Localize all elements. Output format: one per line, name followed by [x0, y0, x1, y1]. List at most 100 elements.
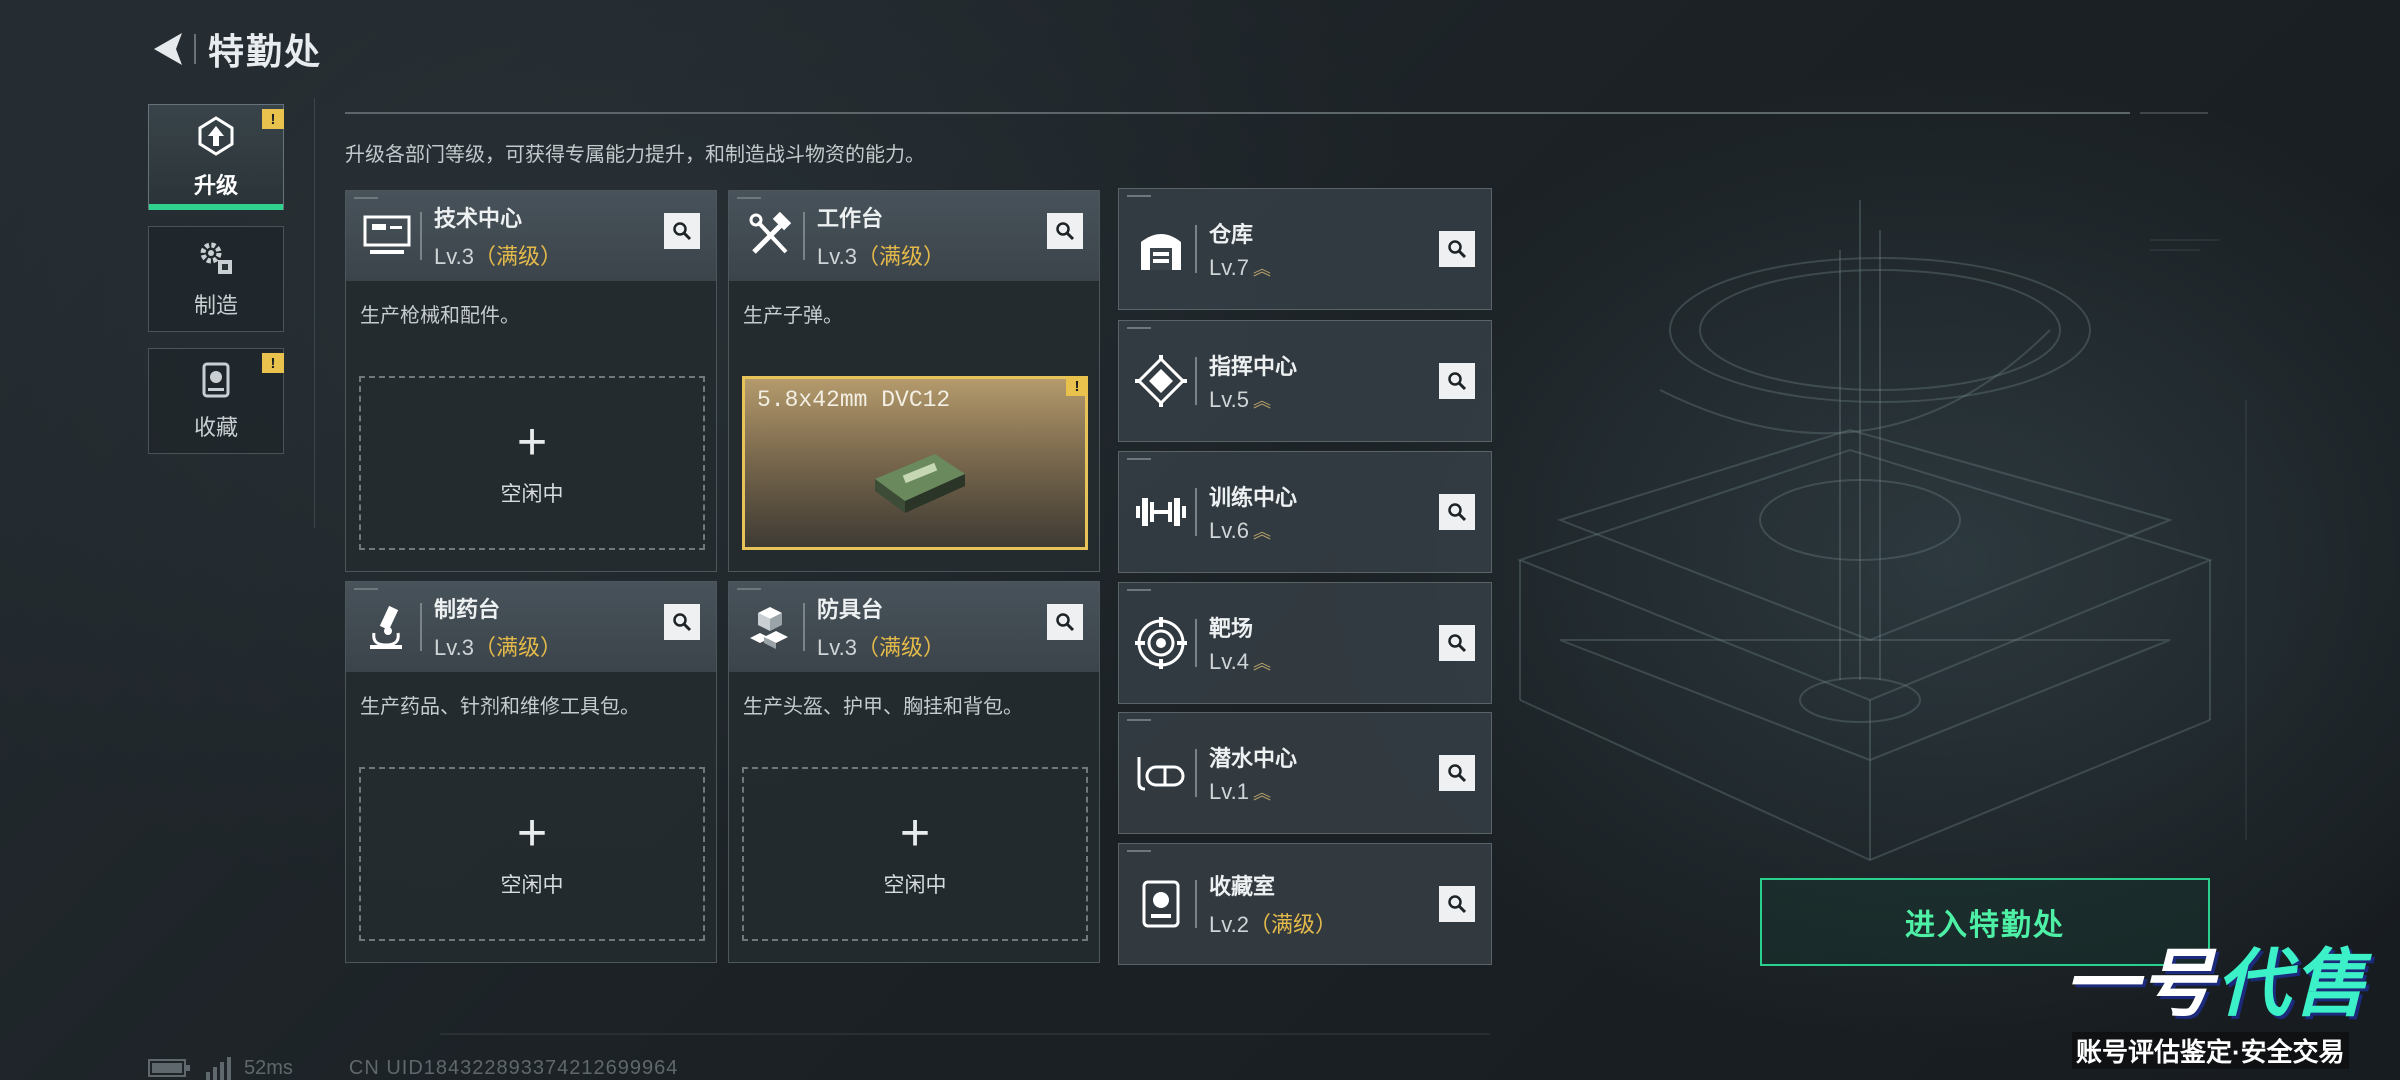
department-card-training-center[interactable]: 训练中心 Lv.6 ︽: [1118, 451, 1492, 573]
command-icon: [1133, 353, 1189, 409]
slot-status: 空闲中: [883, 874, 947, 897]
search-icon: [1448, 503, 1467, 522]
inspect-button[interactable]: [1439, 231, 1475, 267]
search-icon: [1448, 240, 1467, 259]
watermark-title-a: 一号: [2064, 942, 2216, 1025]
alert-badge: !: [262, 353, 284, 373]
production-slot-empty[interactable]: + 空闲中: [359, 767, 705, 941]
computer-icon: [360, 209, 414, 263]
level-text: Lv.4: [1209, 649, 1249, 674]
tab-craft[interactable]: 制造: [148, 226, 284, 332]
facility-card-pharmacy[interactable]: 制药台 Lv.3（满级） 生产药品、针剂和维修工具包。 + 空闲中: [345, 581, 717, 963]
target-icon: [1133, 615, 1189, 671]
card-header: 工作台 Lv.3（满级）: [729, 191, 1099, 281]
facility-description: 生产子弹。: [743, 305, 843, 327]
back-button[interactable]: [148, 26, 188, 72]
upgradable-chevron-icon: ︽: [1252, 653, 1271, 673]
watermark-subtitle: 账号评估鉴定·安全交易: [2072, 1032, 2349, 1069]
production-slot-empty[interactable]: + 空闲中: [742, 767, 1088, 941]
tab-upgrade-label: 升级: [193, 173, 238, 198]
card-header: 技术中心 Lv.3（满级）: [346, 191, 716, 281]
tab-collection[interactable]: 收藏 !: [148, 348, 284, 454]
max-level-tag: （满级）: [473, 635, 562, 660]
tools-icon: [743, 209, 797, 263]
tab-upgrade[interactable]: 升级 !: [148, 104, 284, 210]
production-slot-active[interactable]: 5.8x42mm DVC12 !: [742, 376, 1088, 550]
armor-icon: [743, 600, 797, 654]
facility-level: Lv.3（满级）: [434, 630, 562, 662]
department-name: 潜水中心: [1209, 746, 1298, 771]
card-decoration: [737, 197, 761, 199]
department-level: Lv.7 ︽: [1209, 255, 1271, 281]
battery-icon: [148, 1059, 190, 1077]
search-icon: [673, 613, 692, 632]
inspect-button[interactable]: [1439, 755, 1475, 791]
search-icon: [1056, 613, 1075, 632]
level-text: Lv.3: [434, 635, 474, 660]
card-decoration: [1127, 458, 1151, 460]
facility-name: 防具台: [817, 597, 884, 622]
ping-value: 52ms: [244, 1056, 293, 1079]
department-card-warehouse[interactable]: 仓库 Lv.7 ︽: [1118, 188, 1492, 310]
department-card-shooting-range[interactable]: 靶场 Lv.4 ︽: [1118, 582, 1492, 704]
department-level: Lv.4 ︽: [1209, 649, 1271, 675]
department-card-command-center[interactable]: 指挥中心 Lv.5 ︽: [1118, 320, 1492, 442]
facility-level: Lv.3（满级）: [434, 239, 562, 271]
card-divider: [420, 212, 422, 260]
level-text: Lv.2: [1209, 912, 1249, 937]
inspect-button[interactable]: [1439, 494, 1475, 530]
inspect-button[interactable]: [1439, 363, 1475, 399]
upgradable-chevron-icon: ︽: [1252, 522, 1271, 542]
header-divider: [194, 34, 196, 64]
max-level-tag: （满级）: [856, 244, 945, 269]
inspect-button[interactable]: [1439, 625, 1475, 661]
card-header: 制药台 Lv.3（满级）: [346, 582, 716, 672]
department-name: 收藏室: [1209, 874, 1276, 899]
inspect-button[interactable]: [664, 604, 700, 640]
level-text: Lv.3: [817, 244, 857, 269]
facility-level: Lv.3（满级）: [817, 630, 945, 662]
production-slot-empty[interactable]: + 空闲中: [359, 376, 705, 550]
card-decoration: [1127, 195, 1151, 197]
signal-icon: [206, 1057, 231, 1080]
department-level: Lv.6 ︽: [1209, 518, 1297, 544]
tab-craft-label: 制造: [193, 293, 238, 318]
plus-icon: +: [516, 413, 548, 471]
page-title: 特勤处: [208, 31, 323, 72]
back-arrow-icon: [154, 33, 182, 65]
card-divider: [803, 212, 805, 260]
max-level-tag: （满级）: [1248, 912, 1337, 937]
slot-status: 空闲中: [500, 874, 564, 897]
search-icon: [1056, 222, 1075, 241]
department-card-diving-center[interactable]: 潜水中心 Lv.1 ︽: [1118, 712, 1492, 834]
upgradable-chevron-icon: ︽: [1252, 783, 1271, 803]
max-level-tag: （满级）: [856, 635, 945, 660]
watermark-title-b: 代售: [2216, 942, 2368, 1025]
inspect-button[interactable]: [1439, 886, 1475, 922]
department-name: 靶场: [1209, 616, 1254, 641]
watermark-title: 一号代售: [2064, 924, 2368, 1031]
card-decoration: [354, 588, 378, 590]
dumbbell-icon: [1133, 484, 1189, 540]
card-decoration: [1127, 850, 1151, 852]
department-card-collection-room[interactable]: 收藏室 Lv.2（满级）: [1118, 843, 1492, 965]
header: 特勤处: [148, 24, 322, 74]
level-text: Lv.5: [1209, 387, 1249, 412]
search-icon: [1448, 372, 1467, 391]
level-text: Lv.7: [1209, 255, 1249, 280]
card-divider: [803, 603, 805, 651]
facility-card-workbench[interactable]: 工作台 Lv.3（满级） 生产子弹。 5.8x42mm DVC12 !: [728, 190, 1100, 572]
inspect-button[interactable]: [664, 213, 700, 249]
inspect-button[interactable]: [1047, 213, 1083, 249]
collection-room-icon: [1133, 876, 1189, 932]
inspect-button[interactable]: [1047, 604, 1083, 640]
top-divider: [345, 112, 2130, 114]
facility-card-tech-center[interactable]: 技术中心 Lv.3（满级） 生产枪械和配件。 + 空闲中: [345, 190, 717, 572]
slot-status: 空闲中: [500, 483, 564, 506]
card-divider: [1195, 357, 1197, 405]
department-level: Lv.2（满级）: [1209, 907, 1337, 939]
user-uid: CN UID1843228933742126999​64: [348, 1056, 679, 1079]
department-level: Lv.5 ︽: [1209, 387, 1297, 413]
plus-icon: +: [516, 804, 548, 862]
facility-card-armor[interactable]: 防具台 Lv.3（满级） 生产头盔、护甲、胸挂和背包。 + 空闲中: [728, 581, 1100, 963]
